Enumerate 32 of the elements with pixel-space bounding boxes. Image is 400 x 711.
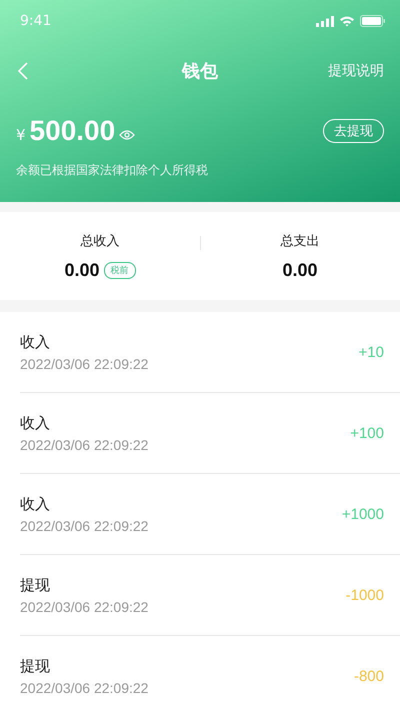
pretax-tag: 税前: [104, 262, 136, 278]
currency-symbol: ¥: [16, 126, 26, 144]
withdraw-info-link[interactable]: 提现说明: [328, 62, 384, 80]
record-title: 收入: [20, 494, 51, 514]
signal-icon: [316, 16, 334, 26]
balance-amount: 500.00: [30, 115, 116, 147]
record-amount: -800: [354, 668, 384, 684]
battery-icon: [360, 15, 386, 27]
record-time: 2022/03/06 22:09:22: [20, 598, 148, 614]
record-title: 收入: [20, 332, 51, 352]
summary-label: 总支出: [280, 232, 320, 250]
record-amount: +1000: [342, 506, 384, 522]
record-time: 2022/03/06 22:09:22: [20, 518, 148, 534]
record-time: 2022/03/06 22:09:22: [20, 356, 148, 372]
summary-value: 0.00: [282, 260, 318, 280]
back-icon[interactable]: [18, 62, 28, 80]
record-title: 收入: [20, 414, 51, 432]
withdraw-button[interactable]: 去提现: [323, 119, 384, 143]
record-amount: +10: [358, 344, 384, 360]
record-amount: +100: [350, 424, 384, 442]
record-title: 提现: [20, 656, 51, 676]
record-time: 2022/03/06 22:09:22: [20, 680, 148, 696]
summary-value: 0.00: [64, 260, 100, 280]
wifi-icon: [339, 15, 355, 27]
record-amount: -1000: [346, 586, 384, 604]
eye-icon[interactable]: [119, 130, 136, 140]
status-time: 9:41: [20, 13, 52, 29]
summary-label: 总收入: [80, 232, 120, 250]
record-title: 提现: [20, 576, 51, 594]
page-title: 钱包: [182, 60, 218, 83]
record-time: 2022/03/06 22:09:22: [20, 436, 148, 452]
tax-note: 余额已根据国家法律扣除个人所得税: [15, 162, 209, 179]
